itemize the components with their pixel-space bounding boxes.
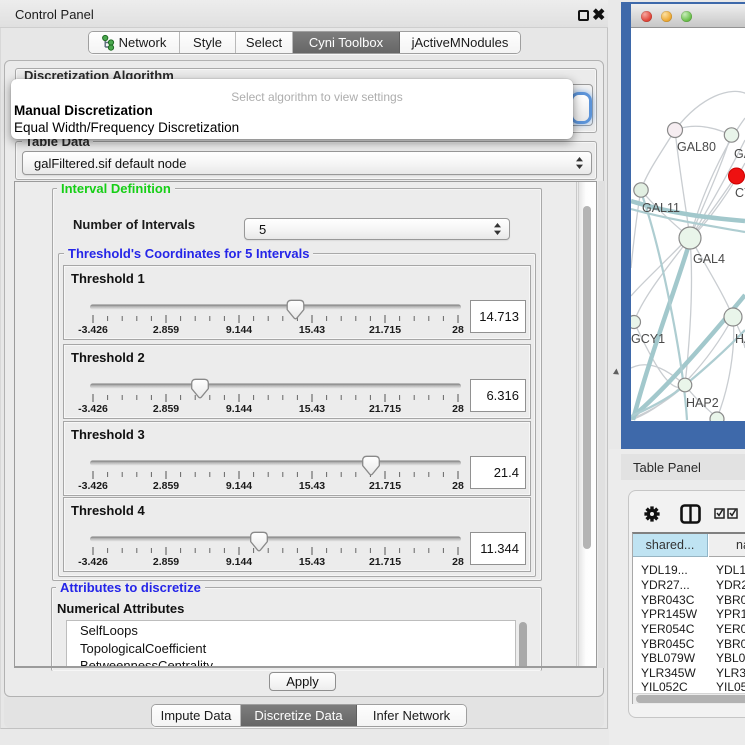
svg-text:28: 28 <box>452 324 464 336</box>
svg-text:-3.426: -3.426 <box>78 480 108 492</box>
svg-text:9.144: 9.144 <box>226 480 252 492</box>
svg-text:28: 28 <box>452 556 464 568</box>
svg-text:9.144: 9.144 <box>226 324 252 336</box>
svg-text:GAL80: GAL80 <box>677 140 716 154</box>
svg-text:-3.426: -3.426 <box>78 556 108 568</box>
svg-text:15.43: 15.43 <box>299 480 325 492</box>
svg-text:GAL4: GAL4 <box>693 252 725 266</box>
svg-text:GCY1: GCY1 <box>631 332 665 346</box>
svg-text:GAL11: GAL11 <box>642 201 680 215</box>
svg-text:21.715: 21.715 <box>369 480 401 492</box>
svg-text:2.859: 2.859 <box>153 324 179 336</box>
svg-text:21.715: 21.715 <box>369 403 401 415</box>
svg-text:15.43: 15.43 <box>299 556 325 568</box>
svg-text:-3.426: -3.426 <box>78 324 108 336</box>
svg-text:21.715: 21.715 <box>369 324 401 336</box>
svg-text:28: 28 <box>452 403 464 415</box>
svg-text:28: 28 <box>452 480 464 492</box>
svg-text:GA: GA <box>734 147 745 161</box>
svg-text:21.715: 21.715 <box>369 556 401 568</box>
svg-text:2.859: 2.859 <box>153 403 179 415</box>
svg-text:9.144: 9.144 <box>226 556 252 568</box>
svg-text:CY: CY <box>735 186 745 200</box>
svg-text:15.43: 15.43 <box>299 403 325 415</box>
svg-text:2.859: 2.859 <box>153 556 179 568</box>
svg-text:9.144: 9.144 <box>226 403 252 415</box>
svg-text:-3.426: -3.426 <box>78 403 108 415</box>
svg-text:2.859: 2.859 <box>153 480 179 492</box>
svg-text:HAP2: HAP2 <box>686 396 719 410</box>
svg-text:HA: HA <box>735 332 745 346</box>
svg-text:15.43: 15.43 <box>299 324 325 336</box>
